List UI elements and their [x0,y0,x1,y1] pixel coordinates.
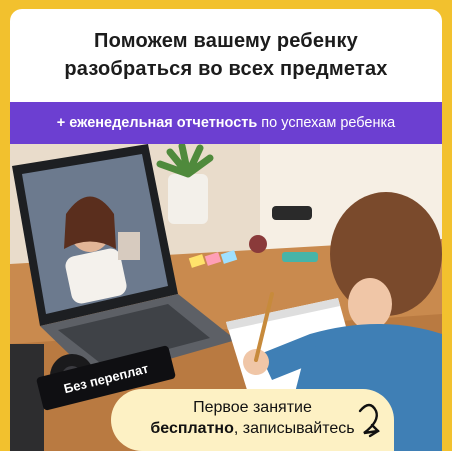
weekly-report-banner: + еженедельная отчетность по успехам реб… [10,102,442,144]
free-lesson-callout[interactable]: Первое занятие бесплатно, записывайтесь [111,389,394,451]
cta-line-1: Первое занятие [193,399,312,416]
weekly-report-text: по успехам ребенка [261,115,396,131]
cta-signup-text: , записывайтесь [233,420,355,437]
headline-line-2: разобраться во всех предметах [64,58,388,80]
curly-arrow-icon [358,403,380,438]
ad-banner: Поможем вашему ребенку разобраться во вс… [0,0,452,451]
cta-line-2: бесплатно, записывайтесь [150,420,354,437]
ad-card: Поможем вашему ребенку разобраться во вс… [10,9,442,451]
cta-free-word: бесплатно [150,420,234,437]
headline-line-1: Поможем вашему ребенку [94,30,358,52]
weekly-report-bold: + еженедельная отчетность [56,115,258,131]
headline: Поможем вашему ребенку разобраться во вс… [10,27,442,83]
